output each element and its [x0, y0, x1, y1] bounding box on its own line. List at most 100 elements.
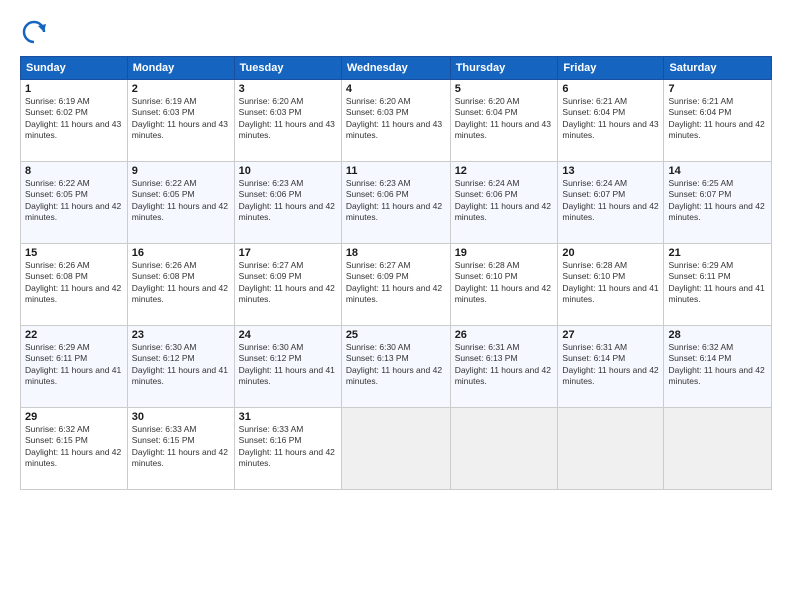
day-detail: Sunrise: 6:21 AMSunset: 6:04 PMDaylight:… — [562, 96, 659, 142]
day-detail: Sunrise: 6:23 AMSunset: 6:06 PMDaylight:… — [239, 178, 337, 224]
day-number: 9 — [132, 165, 230, 177]
day-detail: Sunrise: 6:24 AMSunset: 6:06 PMDaylight:… — [455, 178, 554, 224]
calendar-cell: 4 Sunrise: 6:20 AMSunset: 6:03 PMDayligh… — [341, 80, 450, 162]
calendar-table: SundayMondayTuesdayWednesdayThursdayFrid… — [20, 56, 772, 490]
calendar-cell — [450, 408, 558, 490]
day-detail: Sunrise: 6:26 AMSunset: 6:08 PMDaylight:… — [132, 260, 230, 306]
calendar-cell — [664, 408, 772, 490]
day-number: 11 — [346, 165, 446, 177]
calendar-cell: 24 Sunrise: 6:30 AMSunset: 6:12 PMDaylig… — [234, 326, 341, 408]
day-number: 14 — [668, 165, 767, 177]
day-number: 10 — [239, 165, 337, 177]
day-number: 31 — [239, 411, 337, 423]
calendar-week-4: 22 Sunrise: 6:29 AMSunset: 6:11 PMDaylig… — [21, 326, 772, 408]
day-number: 17 — [239, 247, 337, 259]
calendar-cell: 19 Sunrise: 6:28 AMSunset: 6:10 PMDaylig… — [450, 244, 558, 326]
day-detail: Sunrise: 6:27 AMSunset: 6:09 PMDaylight:… — [346, 260, 446, 306]
day-number: 24 — [239, 329, 337, 341]
calendar-cell: 1 Sunrise: 6:19 AMSunset: 6:02 PMDayligh… — [21, 80, 128, 162]
day-detail: Sunrise: 6:22 AMSunset: 6:05 PMDaylight:… — [25, 178, 123, 224]
day-number: 23 — [132, 329, 230, 341]
day-detail: Sunrise: 6:20 AMSunset: 6:03 PMDaylight:… — [239, 96, 337, 142]
calendar-header-friday: Friday — [558, 57, 664, 80]
day-detail: Sunrise: 6:25 AMSunset: 6:07 PMDaylight:… — [668, 178, 767, 224]
day-number: 13 — [562, 165, 659, 177]
calendar-header-row: SundayMondayTuesdayWednesdayThursdayFrid… — [21, 57, 772, 80]
day-detail: Sunrise: 6:27 AMSunset: 6:09 PMDaylight:… — [239, 260, 337, 306]
calendar-cell: 6 Sunrise: 6:21 AMSunset: 6:04 PMDayligh… — [558, 80, 664, 162]
day-number: 7 — [668, 83, 767, 95]
day-number: 30 — [132, 411, 230, 423]
calendar-cell: 15 Sunrise: 6:26 AMSunset: 6:08 PMDaylig… — [21, 244, 128, 326]
day-number: 27 — [562, 329, 659, 341]
day-number: 29 — [25, 411, 123, 423]
day-number: 20 — [562, 247, 659, 259]
day-detail: Sunrise: 6:24 AMSunset: 6:07 PMDaylight:… — [562, 178, 659, 224]
day-detail: Sunrise: 6:30 AMSunset: 6:12 PMDaylight:… — [239, 342, 337, 388]
calendar-cell: 25 Sunrise: 6:30 AMSunset: 6:13 PMDaylig… — [341, 326, 450, 408]
day-number: 21 — [668, 247, 767, 259]
calendar-week-1: 1 Sunrise: 6:19 AMSunset: 6:02 PMDayligh… — [21, 80, 772, 162]
day-number: 8 — [25, 165, 123, 177]
day-number: 16 — [132, 247, 230, 259]
header — [20, 18, 772, 46]
day-number: 5 — [455, 83, 554, 95]
calendar-cell — [341, 408, 450, 490]
calendar-cell: 10 Sunrise: 6:23 AMSunset: 6:06 PMDaylig… — [234, 162, 341, 244]
day-detail: Sunrise: 6:33 AMSunset: 6:16 PMDaylight:… — [239, 424, 337, 470]
day-detail: Sunrise: 6:31 AMSunset: 6:13 PMDaylight:… — [455, 342, 554, 388]
calendar-cell: 9 Sunrise: 6:22 AMSunset: 6:05 PMDayligh… — [127, 162, 234, 244]
day-detail: Sunrise: 6:21 AMSunset: 6:04 PMDaylight:… — [668, 96, 767, 142]
day-number: 4 — [346, 83, 446, 95]
day-detail: Sunrise: 6:26 AMSunset: 6:08 PMDaylight:… — [25, 260, 123, 306]
logo — [20, 18, 50, 46]
calendar-header-saturday: Saturday — [664, 57, 772, 80]
day-detail: Sunrise: 6:23 AMSunset: 6:06 PMDaylight:… — [346, 178, 446, 224]
calendar-cell: 27 Sunrise: 6:31 AMSunset: 6:14 PMDaylig… — [558, 326, 664, 408]
day-detail: Sunrise: 6:29 AMSunset: 6:11 PMDaylight:… — [668, 260, 767, 306]
calendar-cell: 3 Sunrise: 6:20 AMSunset: 6:03 PMDayligh… — [234, 80, 341, 162]
calendar-cell: 29 Sunrise: 6:32 AMSunset: 6:15 PMDaylig… — [21, 408, 128, 490]
calendar-header-monday: Monday — [127, 57, 234, 80]
calendar-week-3: 15 Sunrise: 6:26 AMSunset: 6:08 PMDaylig… — [21, 244, 772, 326]
day-number: 15 — [25, 247, 123, 259]
calendar-cell: 28 Sunrise: 6:32 AMSunset: 6:14 PMDaylig… — [664, 326, 772, 408]
day-number: 26 — [455, 329, 554, 341]
calendar-cell: 2 Sunrise: 6:19 AMSunset: 6:03 PMDayligh… — [127, 80, 234, 162]
logo-icon — [20, 18, 48, 46]
day-number: 25 — [346, 329, 446, 341]
day-number: 22 — [25, 329, 123, 341]
day-number: 3 — [239, 83, 337, 95]
calendar-cell: 21 Sunrise: 6:29 AMSunset: 6:11 PMDaylig… — [664, 244, 772, 326]
calendar-cell — [558, 408, 664, 490]
calendar-cell: 30 Sunrise: 6:33 AMSunset: 6:15 PMDaylig… — [127, 408, 234, 490]
day-detail: Sunrise: 6:30 AMSunset: 6:13 PMDaylight:… — [346, 342, 446, 388]
page: SundayMondayTuesdayWednesdayThursdayFrid… — [0, 0, 792, 612]
calendar-cell: 11 Sunrise: 6:23 AMSunset: 6:06 PMDaylig… — [341, 162, 450, 244]
day-detail: Sunrise: 6:30 AMSunset: 6:12 PMDaylight:… — [132, 342, 230, 388]
calendar-cell: 5 Sunrise: 6:20 AMSunset: 6:04 PMDayligh… — [450, 80, 558, 162]
calendar-cell: 18 Sunrise: 6:27 AMSunset: 6:09 PMDaylig… — [341, 244, 450, 326]
day-number: 6 — [562, 83, 659, 95]
day-detail: Sunrise: 6:29 AMSunset: 6:11 PMDaylight:… — [25, 342, 123, 388]
calendar-header-sunday: Sunday — [21, 57, 128, 80]
day-detail: Sunrise: 6:33 AMSunset: 6:15 PMDaylight:… — [132, 424, 230, 470]
day-detail: Sunrise: 6:32 AMSunset: 6:14 PMDaylight:… — [668, 342, 767, 388]
calendar-cell: 31 Sunrise: 6:33 AMSunset: 6:16 PMDaylig… — [234, 408, 341, 490]
calendar-cell: 12 Sunrise: 6:24 AMSunset: 6:06 PMDaylig… — [450, 162, 558, 244]
day-detail: Sunrise: 6:22 AMSunset: 6:05 PMDaylight:… — [132, 178, 230, 224]
calendar-cell: 8 Sunrise: 6:22 AMSunset: 6:05 PMDayligh… — [21, 162, 128, 244]
day-number: 12 — [455, 165, 554, 177]
day-detail: Sunrise: 6:20 AMSunset: 6:04 PMDaylight:… — [455, 96, 554, 142]
calendar-cell: 26 Sunrise: 6:31 AMSunset: 6:13 PMDaylig… — [450, 326, 558, 408]
calendar-cell: 14 Sunrise: 6:25 AMSunset: 6:07 PMDaylig… — [664, 162, 772, 244]
calendar-week-5: 29 Sunrise: 6:32 AMSunset: 6:15 PMDaylig… — [21, 408, 772, 490]
calendar-header-wednesday: Wednesday — [341, 57, 450, 80]
day-detail: Sunrise: 6:19 AMSunset: 6:02 PMDaylight:… — [25, 96, 123, 142]
day-number: 18 — [346, 247, 446, 259]
day-number: 1 — [25, 83, 123, 95]
calendar-header-tuesday: Tuesday — [234, 57, 341, 80]
day-detail: Sunrise: 6:19 AMSunset: 6:03 PMDaylight:… — [132, 96, 230, 142]
calendar-cell: 7 Sunrise: 6:21 AMSunset: 6:04 PMDayligh… — [664, 80, 772, 162]
calendar-cell: 17 Sunrise: 6:27 AMSunset: 6:09 PMDaylig… — [234, 244, 341, 326]
